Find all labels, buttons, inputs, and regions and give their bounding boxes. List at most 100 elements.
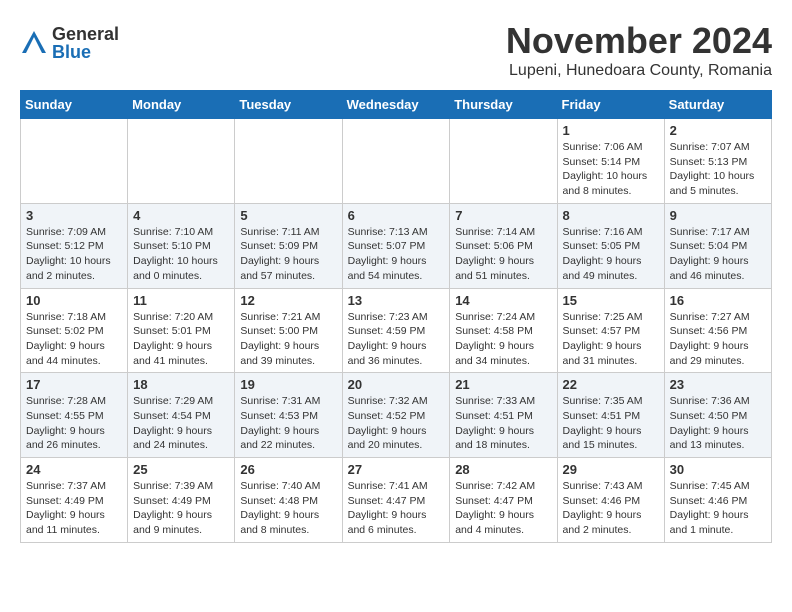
day-info: Sunrise: 7:35 AMSunset: 4:51 PMDaylight:… [563,394,659,453]
day-info: Sunrise: 7:45 AMSunset: 4:46 PMDaylight:… [670,479,766,538]
day-info: Sunrise: 7:39 AMSunset: 4:49 PMDaylight:… [133,479,229,538]
calendar-header-friday: Friday [557,91,664,119]
day-info: Sunrise: 7:16 AMSunset: 5:05 PMDaylight:… [563,225,659,284]
day-info: Sunrise: 7:24 AMSunset: 4:58 PMDaylight:… [455,310,551,369]
calendar-week-1: 1 Sunrise: 7:06 AMSunset: 5:14 PMDaylight… [21,119,772,204]
calendar-cell: 27 Sunrise: 7:41 AMSunset: 4:47 PMDayligh… [342,458,450,543]
calendar-cell: 21 Sunrise: 7:33 AMSunset: 4:51 PMDayligh… [450,373,557,458]
day-number: 28 [455,462,551,477]
day-info: Sunrise: 7:09 AMSunset: 5:12 PMDaylight:… [26,225,122,284]
title-area: November 2024 Lupeni, Hunedoara County, … [506,20,772,80]
day-number: 5 [240,208,336,223]
day-number: 9 [670,208,766,223]
calendar-cell: 5 Sunrise: 7:11 AMSunset: 5:09 PMDaylight… [235,203,342,288]
day-info: Sunrise: 7:42 AMSunset: 4:47 PMDaylight:… [455,479,551,538]
day-info: Sunrise: 7:10 AMSunset: 5:10 PMDaylight:… [133,225,229,284]
calendar-cell [21,119,128,204]
day-info: Sunrise: 7:33 AMSunset: 4:51 PMDaylight:… [455,394,551,453]
day-info: Sunrise: 7:21 AMSunset: 5:00 PMDaylight:… [240,310,336,369]
calendar-cell: 4 Sunrise: 7:10 AMSunset: 5:10 PMDaylight… [128,203,235,288]
header: General Blue November 2024 Lupeni, Huned… [20,20,772,80]
calendar-cell [450,119,557,204]
day-number: 24 [26,462,122,477]
calendar-cell: 18 Sunrise: 7:29 AMSunset: 4:54 PMDayligh… [128,373,235,458]
day-info: Sunrise: 7:31 AMSunset: 4:53 PMDaylight:… [240,394,336,453]
day-info: Sunrise: 7:11 AMSunset: 5:09 PMDaylight:… [240,225,336,284]
day-number: 4 [133,208,229,223]
day-number: 18 [133,377,229,392]
logo-general-text: General [52,25,119,43]
logo-icon [20,29,48,57]
calendar-cell: 6 Sunrise: 7:13 AMSunset: 5:07 PMDaylight… [342,203,450,288]
logo-blue-text: Blue [52,43,119,61]
day-info: Sunrise: 7:23 AMSunset: 4:59 PMDaylight:… [348,310,445,369]
day-info: Sunrise: 7:13 AMSunset: 5:07 PMDaylight:… [348,225,445,284]
day-info: Sunrise: 7:07 AMSunset: 5:13 PMDaylight:… [670,140,766,199]
calendar-cell: 26 Sunrise: 7:40 AMSunset: 4:48 PMDayligh… [235,458,342,543]
calendar-cell: 24 Sunrise: 7:37 AMSunset: 4:49 PMDayligh… [21,458,128,543]
logo-text: General Blue [52,25,119,61]
calendar-cell: 15Sunrise: 7:25 AMSunset: 4:57 PMDayligh… [557,288,664,373]
calendar-cell: 25 Sunrise: 7:39 AMSunset: 4:49 PMDayligh… [128,458,235,543]
calendar-cell: 1 Sunrise: 7:06 AMSunset: 5:14 PMDaylight… [557,119,664,204]
day-number: 14 [455,293,551,308]
calendar-cell: 14 Sunrise: 7:24 AMSunset: 4:58 PMDayligh… [450,288,557,373]
day-number: 26 [240,462,336,477]
calendar-cell: 19 Sunrise: 7:31 AMSunset: 4:53 PMDayligh… [235,373,342,458]
day-number: 8 [563,208,659,223]
day-number: 25 [133,462,229,477]
calendar-header-wednesday: Wednesday [342,91,450,119]
day-number: 16 [670,293,766,308]
calendar-cell: 8 Sunrise: 7:16 AMSunset: 5:05 PMDaylight… [557,203,664,288]
calendar-week-4: 17Sunrise: 7:28 AMSunset: 4:55 PMDayligh… [21,373,772,458]
location-subtitle: Lupeni, Hunedoara County, Romania [506,62,772,80]
day-number: 12 [240,293,336,308]
day-number: 17 [26,377,122,392]
calendar-header-row: SundayMondayTuesdayWednesdayThursdayFrid… [21,91,772,119]
day-info: Sunrise: 7:37 AMSunset: 4:49 PMDaylight:… [26,479,122,538]
calendar-cell: 22 Sunrise: 7:35 AMSunset: 4:51 PMDayligh… [557,373,664,458]
calendar-cell [128,119,235,204]
calendar-cell: 23 Sunrise: 7:36 AMSunset: 4:50 PMDayligh… [664,373,771,458]
day-info: Sunrise: 7:06 AMSunset: 5:14 PMDaylight:… [563,140,659,199]
day-info: Sunrise: 7:29 AMSunset: 4:54 PMDaylight:… [133,394,229,453]
calendar-cell [235,119,342,204]
calendar-cell: 7 Sunrise: 7:14 AMSunset: 5:06 PMDaylight… [450,203,557,288]
calendar-cell: 28 Sunrise: 7:42 AMSunset: 4:47 PMDayligh… [450,458,557,543]
day-number: 21 [455,377,551,392]
day-number: 13 [348,293,445,308]
calendar-header-tuesday: Tuesday [235,91,342,119]
calendar-cell: 11Sunrise: 7:20 AMSunset: 5:01 PMDayligh… [128,288,235,373]
calendar-week-5: 24 Sunrise: 7:37 AMSunset: 4:49 PMDayligh… [21,458,772,543]
calendar-header-saturday: Saturday [664,91,771,119]
logo: General Blue [20,25,119,61]
day-number: 11 [133,293,229,308]
calendar-table: SundayMondayTuesdayWednesdayThursdayFrid… [20,90,772,543]
day-info: Sunrise: 7:27 AMSunset: 4:56 PMDaylight:… [670,310,766,369]
day-number: 1 [563,123,659,138]
calendar-week-3: 10Sunrise: 7:18 AMSunset: 5:02 PMDayligh… [21,288,772,373]
day-info: Sunrise: 7:25 AMSunset: 4:57 PMDaylight:… [563,310,659,369]
calendar-cell: 17Sunrise: 7:28 AMSunset: 4:55 PMDayligh… [21,373,128,458]
day-info: Sunrise: 7:18 AMSunset: 5:02 PMDaylight:… [26,310,122,369]
day-number: 22 [563,377,659,392]
day-info: Sunrise: 7:32 AMSunset: 4:52 PMDaylight:… [348,394,445,453]
calendar-cell: 29Sunrise: 7:43 AMSunset: 4:46 PMDayligh… [557,458,664,543]
day-info: Sunrise: 7:43 AMSunset: 4:46 PMDaylight:… [563,479,659,538]
calendar-cell: 10Sunrise: 7:18 AMSunset: 5:02 PMDayligh… [21,288,128,373]
day-info: Sunrise: 7:40 AMSunset: 4:48 PMDaylight:… [240,479,336,538]
day-number: 27 [348,462,445,477]
day-info: Sunrise: 7:36 AMSunset: 4:50 PMDaylight:… [670,394,766,453]
calendar-body: 1 Sunrise: 7:06 AMSunset: 5:14 PMDaylight… [21,119,772,543]
day-number: 2 [670,123,766,138]
day-info: Sunrise: 7:41 AMSunset: 4:47 PMDaylight:… [348,479,445,538]
day-info: Sunrise: 7:14 AMSunset: 5:06 PMDaylight:… [455,225,551,284]
day-number: 30 [670,462,766,477]
calendar-cell: 13 Sunrise: 7:23 AMSunset: 4:59 PMDayligh… [342,288,450,373]
calendar-cell: 3Sunrise: 7:09 AMSunset: 5:12 PMDaylight… [21,203,128,288]
day-number: 23 [670,377,766,392]
day-number: 19 [240,377,336,392]
day-number: 6 [348,208,445,223]
calendar-header-thursday: Thursday [450,91,557,119]
day-number: 7 [455,208,551,223]
